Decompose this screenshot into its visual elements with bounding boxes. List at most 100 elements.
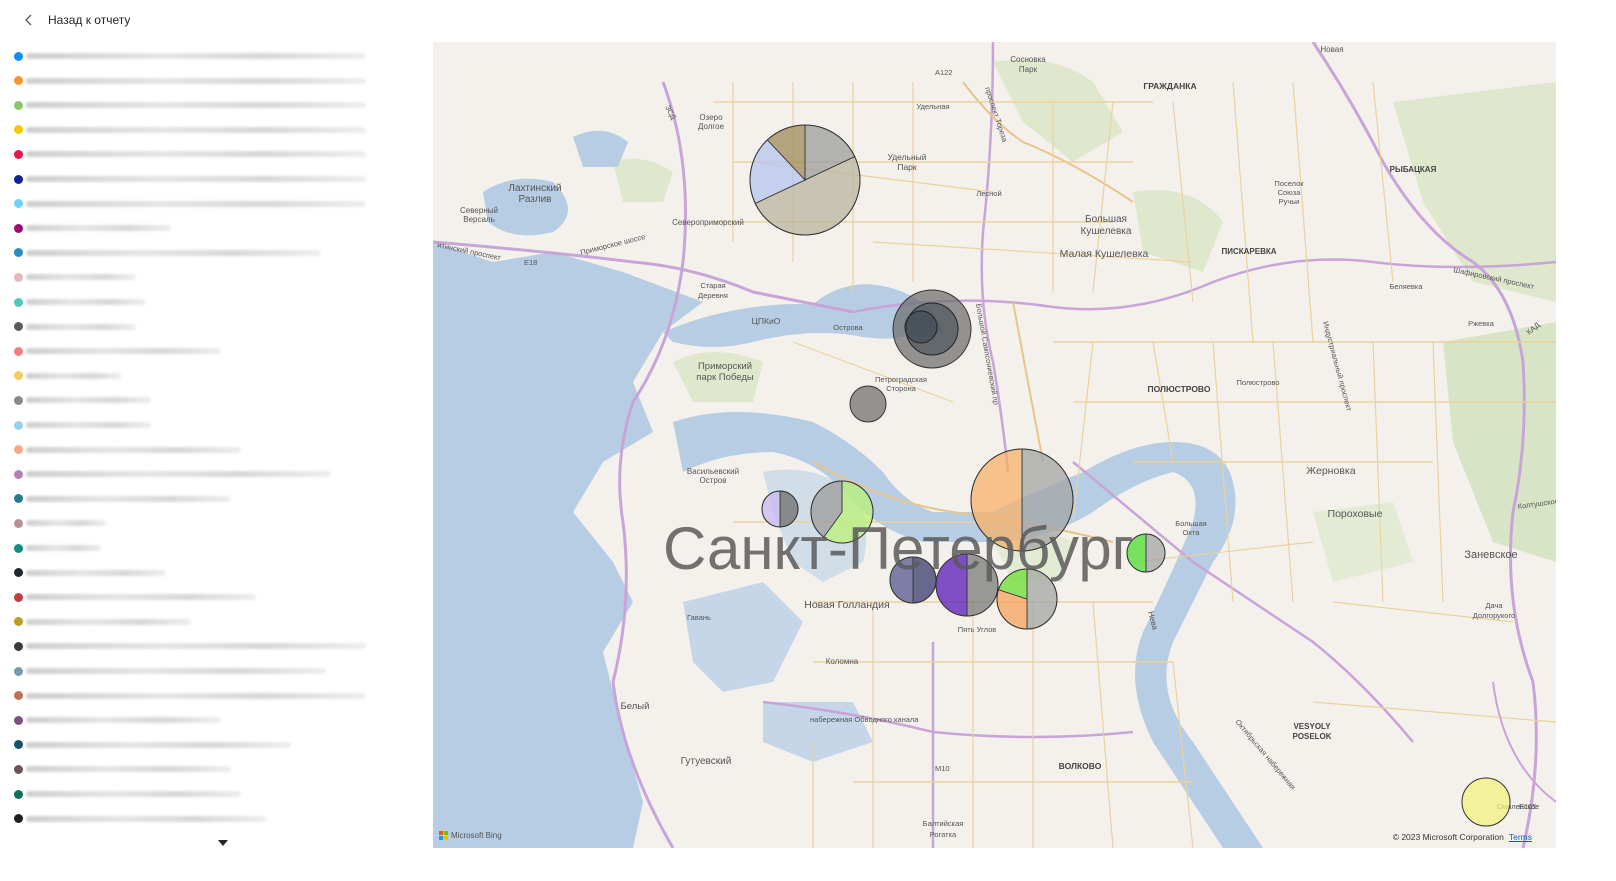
legend-color-dot — [14, 371, 23, 381]
legend-item[interactable] — [14, 639, 366, 653]
map-canvas[interactable]: СосновкаПаркГРАЖДАНКАНоваяРЫБАЦКАЯУдельн… — [433, 42, 1556, 848]
place-label: Беляевка — [1389, 282, 1423, 291]
legend-scroll-down-icon[interactable] — [216, 838, 230, 848]
legend-item[interactable] — [14, 541, 101, 555]
legend-label-redacted — [26, 446, 241, 453]
legend-label-redacted — [26, 643, 366, 650]
legend-item[interactable] — [14, 197, 366, 211]
legend-item[interactable] — [14, 49, 366, 63]
place-label: Коломна — [826, 657, 859, 666]
place-label: Балтийская — [923, 819, 964, 828]
place-label: Кушелевка — [1081, 226, 1132, 237]
place-label: Лесной — [976, 189, 1001, 198]
legend-item[interactable] — [14, 418, 151, 432]
place-label: Гутуевский — [681, 756, 732, 767]
legend-item[interactable] — [14, 590, 256, 604]
legend-item[interactable] — [14, 615, 191, 629]
road-label: E105 — [1519, 802, 1537, 811]
legend-item[interactable] — [14, 467, 331, 481]
legend-item[interactable] — [14, 713, 221, 727]
legend-item[interactable] — [14, 812, 266, 826]
place-label: Жерновка — [1306, 465, 1355, 477]
legend-color-dot — [14, 76, 23, 86]
place-label: VESYOLY — [1293, 722, 1331, 731]
place-label: Васильевский — [687, 467, 739, 476]
legend-item[interactable] — [14, 123, 366, 137]
place-label: Североприморский — [672, 218, 744, 227]
legend-color-dot — [14, 641, 23, 651]
legend-item[interactable] — [14, 221, 171, 235]
legend-label-redacted — [26, 594, 256, 601]
legend-item[interactable] — [14, 295, 146, 309]
legend-label-redacted — [26, 126, 366, 133]
legend-item[interactable] — [14, 664, 326, 678]
legend-item[interactable] — [14, 689, 366, 703]
place-label: Ручьи — [1279, 197, 1300, 206]
legend-item[interactable] — [14, 344, 221, 358]
place-label: Рогатка — [930, 830, 957, 839]
legend-label-redacted — [26, 348, 221, 355]
place-label: Парк — [1019, 65, 1038, 74]
legend-label-redacted — [26, 815, 266, 822]
legend-item[interactable] — [14, 369, 121, 383]
road-label: A122 — [935, 68, 953, 77]
legend-color-dot — [14, 617, 23, 627]
place-label: Охта — [1183, 528, 1201, 537]
pie-inner-bubble[interactable] — [904, 310, 938, 344]
legend-color-dot — [14, 149, 23, 159]
place-label: Лахтинский — [508, 183, 561, 194]
back-to-report-button[interactable]: Назад к отчету — [22, 8, 130, 32]
legend-color-dot — [14, 248, 23, 258]
legend-color-dot — [14, 764, 23, 774]
legend-color-dot — [14, 691, 23, 701]
legend-color-dot — [14, 789, 23, 799]
legend-item[interactable] — [14, 147, 366, 161]
legend-item[interactable] — [14, 320, 136, 334]
top-bar: Назад к отчету — [0, 0, 1616, 40]
legend-item[interactable] — [14, 443, 241, 457]
legend-color-dot — [14, 420, 23, 430]
legend-item[interactable] — [14, 787, 241, 801]
place-label: Дача — [1485, 601, 1503, 610]
legend-label-redacted — [26, 545, 101, 551]
legend-color-dot — [14, 445, 23, 455]
legend-color-dot — [14, 543, 23, 553]
back-to-report-label: Назад к отчету — [48, 13, 131, 27]
legend-panel — [0, 46, 400, 881]
legend-color-dot — [14, 814, 23, 824]
pie-bubble[interactable] — [849, 385, 887, 423]
map-visual[interactable]: Сосновка Парк ГРАЖДАНКА Новая РЫБАЦКАЯ Удельн… — [433, 42, 1556, 848]
legend-label-redacted — [26, 200, 366, 207]
place-label: ПОЛЮСТРОВО — [1148, 384, 1211, 394]
place-label: Сосновка — [1010, 55, 1046, 64]
legend-label-redacted — [26, 569, 166, 576]
place-label: Заневское — [1464, 549, 1517, 561]
legend-label-redacted — [26, 274, 136, 281]
legend-item[interactable] — [14, 172, 366, 186]
legend-label-redacted — [26, 372, 121, 379]
legend-item[interactable] — [14, 98, 366, 112]
place-label: Озеро — [699, 113, 723, 122]
legend-item[interactable] — [14, 566, 166, 580]
legend-item[interactable] — [14, 246, 321, 260]
pie-bubble[interactable] — [1461, 777, 1511, 827]
legend-item[interactable] — [14, 738, 291, 752]
legend-item[interactable] — [14, 516, 106, 530]
legend-item[interactable] — [14, 74, 366, 88]
microsoft-logo-icon — [439, 831, 448, 840]
legend-item[interactable] — [14, 762, 231, 776]
legend-item[interactable] — [14, 492, 231, 506]
legend-color-dot — [14, 174, 23, 184]
road-label: E18 — [524, 258, 537, 267]
legend-label-redacted — [26, 422, 151, 428]
legend-item[interactable] — [14, 270, 136, 284]
place-label: Долгорукого — [1473, 611, 1515, 620]
place-label: Разлив — [519, 194, 552, 205]
legend-item[interactable] — [14, 393, 151, 407]
legend-color-dot — [14, 666, 23, 676]
pie-bubble[interactable] — [749, 124, 861, 236]
place-label: ГРАЖДАНКА — [1143, 81, 1196, 91]
terms-link[interactable]: Terms — [1509, 832, 1532, 842]
legend-color-dot — [14, 100, 23, 110]
legend-color-dot — [14, 715, 23, 725]
